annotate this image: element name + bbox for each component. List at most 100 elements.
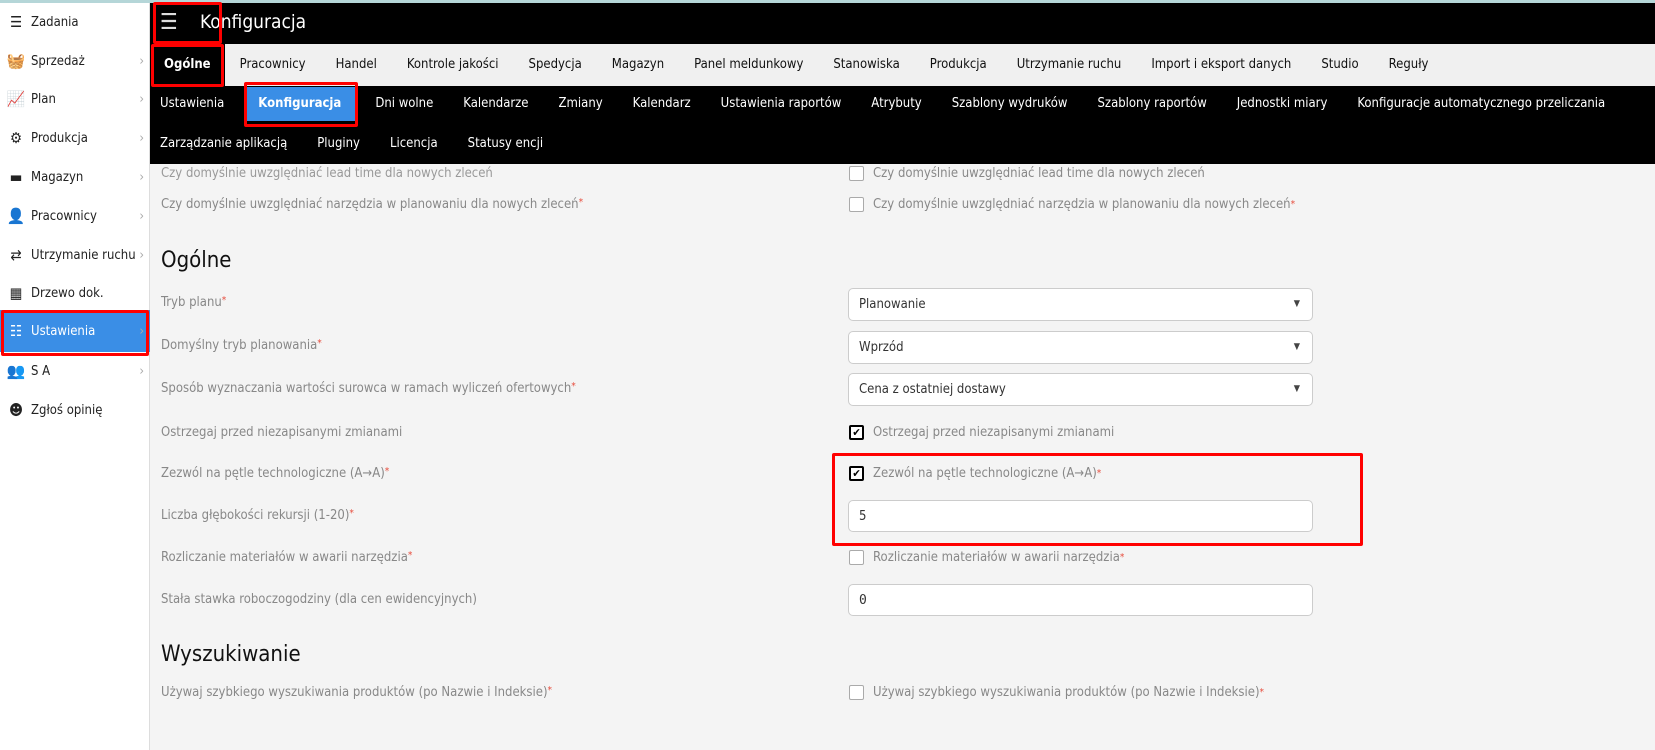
- recursion-input[interactable]: 5: [848, 500, 1313, 532]
- sidebar-item-label: Sprzedaż: [31, 53, 85, 69]
- tab-main[interactable]: Handel: [321, 44, 392, 86]
- sidebar-item-ustawienia[interactable]: ☷ Ustawienia ›: [0, 310, 150, 352]
- folder-tree-icon: ▦: [9, 284, 23, 302]
- page-title: Konfiguracja: [200, 11, 307, 33]
- sidebar-item-label: S A: [31, 363, 51, 379]
- tab-sub[interactable]: Konfiguracje automatycznego przeliczania: [1347, 87, 1615, 121]
- lead-time-checkbox[interactable]: Czy domyślnie uwzględniać lead time dla …: [849, 166, 1205, 181]
- tab-main[interactable]: Import i eksport danych: [1136, 44, 1306, 86]
- sidebar: ☰ Zadania 🧺 Sprzedaż › 📈 Plan › ⚙ Produkcja › ▬ Maga…: [0, 3, 150, 750]
- sidebar-item-produkcja[interactable]: ⚙ Produkcja ›: [0, 119, 150, 157]
- fast-search-label: Używaj szybkiego wyszukiwania produktów …: [161, 685, 553, 700]
- chevron-right-icon: ›: [139, 53, 144, 69]
- sidebar-item-pracownicy[interactable]: 👤 Pracownicy ›: [0, 197, 150, 235]
- sidebar-item-plan[interactable]: 📈 Plan ›: [0, 80, 150, 118]
- sidebar-item-label: Zadania: [31, 14, 79, 30]
- archive-icon: ▬: [9, 168, 23, 186]
- tab-sub[interactable]: Ustawienia raportów: [711, 87, 852, 121]
- chevron-right-icon: ›: [139, 247, 144, 263]
- tab-main[interactable]: Reguły: [1374, 44, 1444, 86]
- sidebar-item-zadania[interactable]: ☰ Zadania: [0, 3, 150, 41]
- section-heading-search: Wyszukiwanie: [161, 642, 301, 667]
- hamburger-icon[interactable]: ☰: [160, 10, 178, 35]
- sidebar-item-drzewo-dok-[interactable]: ▦ Drzewo dok.: [0, 274, 150, 312]
- tab-main[interactable]: Stanowiska: [818, 44, 914, 86]
- tools-checkbox[interactable]: Czy domyślnie uwzględniać narzędzia w pl…: [849, 197, 1295, 212]
- dropdown-arrow-icon: ▼: [1293, 299, 1300, 309]
- tab-main[interactable]: Panel meldunkowy: [679, 44, 818, 86]
- warn-unsaved-checkbox[interactable]: ✔ Ostrzegaj przed niezapisanymi zmianami: [849, 425, 1114, 440]
- tab-main[interactable]: Pracownicy: [225, 44, 321, 86]
- sidebar-item-label: Zgłoś opinię: [31, 402, 103, 418]
- tab-main[interactable]: Utrzymanie ruchu: [1002, 44, 1137, 86]
- sidebar-item-magazyn[interactable]: ▬ Magazyn ›: [0, 158, 150, 196]
- chevron-right-icon: ›: [139, 130, 144, 146]
- tab-sub[interactable]: Pluginy: [307, 127, 370, 161]
- warn-unsaved-label: Ostrzegaj przed niezapisanymi zmianami: [161, 425, 403, 440]
- tasks-icon: ☰: [9, 13, 23, 31]
- gears-icon: ⚙: [9, 129, 23, 147]
- tab-main[interactable]: Spedycja: [514, 44, 597, 86]
- recursion-label: Liczba głębokości rekursji (1-20)*: [161, 508, 354, 523]
- tab-sub[interactable]: Szablony raportów: [1088, 87, 1217, 121]
- hourly-rate-input[interactable]: 0: [848, 584, 1313, 616]
- sidebar-item-label: Magazyn: [31, 169, 84, 185]
- sidebar-item-zgłoś-opinię[interactable]: ☻ Zgłoś opinię: [0, 391, 150, 429]
- dropdown-arrow-icon: ▼: [1293, 384, 1300, 394]
- default-planning-label: Domyślny tryb planowania*: [161, 338, 322, 353]
- tab-sub[interactable]: Zmiany: [549, 87, 613, 121]
- sidebar-item-sprzedaż[interactable]: 🧺 Sprzedaż ›: [0, 42, 150, 80]
- fast-search-checkbox[interactable]: Używaj szybkiego wyszukiwania produktów …: [849, 685, 1264, 700]
- raw-value-label: Sposób wyznaczania wartości surowca w ra…: [161, 381, 576, 396]
- hourly-rate-label: Stała stawka roboczogodziny (dla cen ewi…: [161, 592, 477, 607]
- tab-main[interactable]: Produkcja: [915, 44, 1002, 86]
- sidebar-item-label: Produkcja: [31, 130, 88, 146]
- tab-sub[interactable]: Konfiguracja: [244, 87, 356, 121]
- tab-sub[interactable]: Ustawienia: [150, 87, 234, 121]
- tab-main[interactable]: Ogólne: [150, 44, 225, 86]
- tool-failure-checkbox[interactable]: Rozliczanie materiałów w awarii narzędzi…: [849, 550, 1124, 565]
- users-icon: 👥: [6, 362, 26, 380]
- tab-sub[interactable]: Jednostki miary: [1227, 87, 1338, 121]
- tab-main[interactable]: Magazyn: [597, 44, 679, 86]
- plan-mode-select[interactable]: Planowanie ▼: [848, 288, 1313, 321]
- tab-sub[interactable]: Kalendarz: [623, 87, 701, 121]
- sub-tabs: Ustawienia Konfiguracja Dni wolne Kalendarz…: [150, 86, 1655, 164]
- main-tabs: Ogólne Pracownicy Handel Kontrole jakości Sp…: [150, 44, 1655, 86]
- sliders-icon: ☷: [9, 322, 23, 340]
- loops-label: Zezwól na pętle technologiczne (A→A)*: [161, 466, 390, 481]
- sidebar-item-label: Pracownicy: [31, 208, 97, 224]
- plan-mode-label: Tryb planu*: [161, 295, 227, 310]
- tab-sub[interactable]: Dni wolne: [365, 87, 443, 121]
- tab-sub[interactable]: Atrybuty: [861, 87, 931, 121]
- sidebar-item-label: Drzewo dok.: [31, 285, 104, 301]
- chevron-right-icon: ›: [139, 169, 144, 185]
- checkbox-icon[interactable]: [849, 197, 864, 212]
- header-bar: ☰ Konfiguracja: [150, 3, 1655, 44]
- tab-sub[interactable]: Kalendarze: [453, 87, 538, 121]
- tab-sub[interactable]: Licencja: [380, 127, 448, 161]
- tab-sub[interactable]: Zarządzanie aplikacją: [150, 127, 297, 161]
- loops-checkbox[interactable]: ✔ Zezwól na pętle technologiczne (A→A) *: [849, 466, 1101, 481]
- sidebar-item-utrzymanie-ruchu[interactable]: ⇄ Utrzymanie ruchu ›: [0, 236, 150, 274]
- sidebar-item-label: Utrzymanie ruchu: [31, 247, 136, 263]
- dropdown-arrow-icon: ▼: [1293, 342, 1300, 352]
- checkbox-icon[interactable]: [849, 685, 864, 700]
- tab-main[interactable]: Kontrole jakości: [392, 44, 514, 86]
- sidebar-item-s-a[interactable]: 👥 S A ›: [0, 352, 150, 390]
- chevron-right-icon: ›: [139, 208, 144, 224]
- tab-sub[interactable]: Szablony wydruków: [942, 87, 1078, 121]
- raw-value-select[interactable]: Cena z ostatniej dostawy ▼: [848, 373, 1313, 406]
- tab-sub[interactable]: Statusy encji: [458, 127, 553, 161]
- tool-failure-label: Rozliczanie materiałów w awarii narzędzi…: [161, 550, 413, 565]
- chart-line-icon: 📈: [6, 90, 26, 108]
- tools-label: Czy domyślnie uwzględniać narzędzia w pl…: [161, 197, 584, 212]
- tab-main[interactable]: Studio: [1306, 44, 1373, 86]
- checkbox-checked-icon[interactable]: ✔: [849, 466, 864, 481]
- repeat-icon: ⇄: [10, 246, 22, 264]
- checkbox-checked-icon[interactable]: ✔: [849, 425, 864, 440]
- checkbox-icon[interactable]: [849, 166, 864, 181]
- chevron-right-icon: ›: [139, 323, 144, 339]
- checkbox-icon[interactable]: [849, 550, 864, 565]
- default-planning-select[interactable]: Wprzód ▼: [848, 331, 1313, 364]
